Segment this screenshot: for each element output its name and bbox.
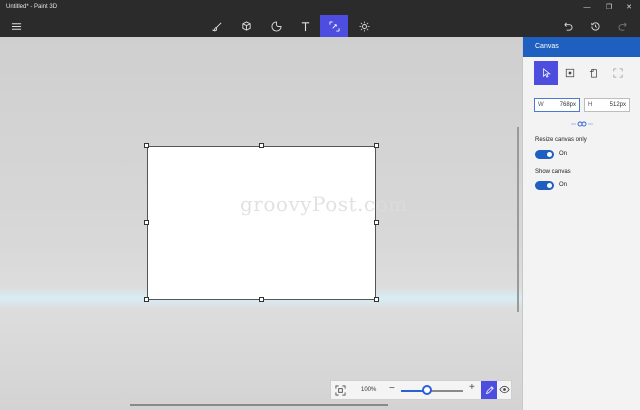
zoom-level: 100% [361, 387, 377, 393]
menu-button[interactable] [2, 15, 30, 37]
minimize-button[interactable]: — [580, 0, 594, 15]
show-canvas-state: On [559, 182, 568, 188]
height-field[interactable]: H 512px [584, 98, 630, 112]
main-toolbar [0, 15, 640, 37]
resize-canvas-only-state: On [559, 151, 568, 157]
width-label: W [538, 102, 544, 108]
aspect-ratio-lock-icon[interactable] [571, 121, 593, 127]
vertical-scrollbar[interactable] [517, 127, 519, 312]
fit-canvas-button[interactable] [558, 61, 582, 85]
canvas-icon [328, 20, 340, 32]
3d-shapes-tool-button[interactable] [232, 15, 260, 37]
edit-mode-button[interactable] [481, 381, 497, 399]
show-canvas-label: Show canvas [535, 169, 571, 175]
window-title: Untitled* - Paint 3D [6, 4, 58, 10]
undo-icon [563, 22, 572, 31]
zoom-slider-thumb[interactable] [422, 385, 433, 395]
hamburger-icon [11, 22, 21, 30]
height-value: 512px [609, 102, 626, 108]
pen-icon [485, 385, 494, 394]
resize-handle-bottom-right[interactable] [374, 297, 379, 302]
redo-button[interactable] [609, 15, 637, 37]
rotate-icon [589, 68, 597, 78]
sun-icon [358, 20, 370, 32]
height-label: H [588, 102, 593, 108]
resize-handle-top[interactable] [259, 143, 264, 148]
fit-to-screen-icon[interactable] [335, 385, 346, 396]
cursor-icon [543, 68, 551, 78]
undo-button[interactable] [553, 15, 581, 37]
watermark-text: groovyPost.com [240, 192, 408, 216]
text-tool-button[interactable] [291, 15, 319, 37]
resize-handle-top-left[interactable] [144, 143, 149, 148]
brush-icon [211, 22, 221, 31]
resize-handle-top-right[interactable] [374, 143, 379, 148]
workspace[interactable]: groovyPost.com 100% − + [0, 37, 522, 410]
rotate-canvas-button[interactable] [582, 61, 606, 85]
sticker-icon [270, 20, 282, 32]
horizontal-scrollbar[interactable] [130, 404, 388, 406]
zoom-out-button[interactable]: − [389, 383, 395, 394]
canvas-sheet[interactable] [147, 146, 376, 300]
canvas-panel: Canvas W 768px H 512px Resize canvas onl… [522, 37, 640, 410]
canvas-tool-button[interactable] [320, 15, 348, 37]
resize-handle-right[interactable] [374, 220, 379, 225]
maximize-button[interactable]: ❐ [602, 0, 616, 15]
show-canvas-toggle[interactable] [535, 181, 554, 190]
text-icon [301, 21, 309, 31]
effects-tool-button[interactable] [350, 15, 378, 37]
history-icon [590, 21, 600, 31]
redo-icon [618, 22, 627, 31]
resize-canvas-only-label: Resize canvas only [535, 137, 587, 143]
resize-canvas-only-toggle[interactable] [535, 150, 554, 159]
zoom-in-button[interactable]: + [469, 382, 475, 393]
panel-title: Canvas [523, 37, 640, 57]
expand-icon [613, 68, 623, 78]
history-button[interactable] [581, 15, 609, 37]
resize-handle-left[interactable] [144, 220, 149, 225]
crop-center-icon [565, 68, 575, 78]
expand-canvas-button[interactable] [606, 61, 630, 85]
close-button[interactable]: ✕ [622, 0, 636, 15]
title-bar: Untitled* - Paint 3D — ❐ ✕ [0, 0, 640, 15]
stickers-tool-button[interactable] [262, 15, 290, 37]
select-canvas-button[interactable] [534, 61, 558, 85]
brushes-tool-button[interactable] [203, 15, 231, 37]
resize-handle-bottom[interactable] [259, 297, 264, 302]
view-mode-eye-icon[interactable] [499, 384, 510, 395]
width-field[interactable]: W 768px [534, 98, 580, 112]
width-value: 768px [559, 102, 576, 108]
resize-handle-bottom-left[interactable] [144, 297, 149, 302]
zoom-bar: 100% − + [330, 380, 512, 400]
cube-icon [241, 20, 251, 31]
